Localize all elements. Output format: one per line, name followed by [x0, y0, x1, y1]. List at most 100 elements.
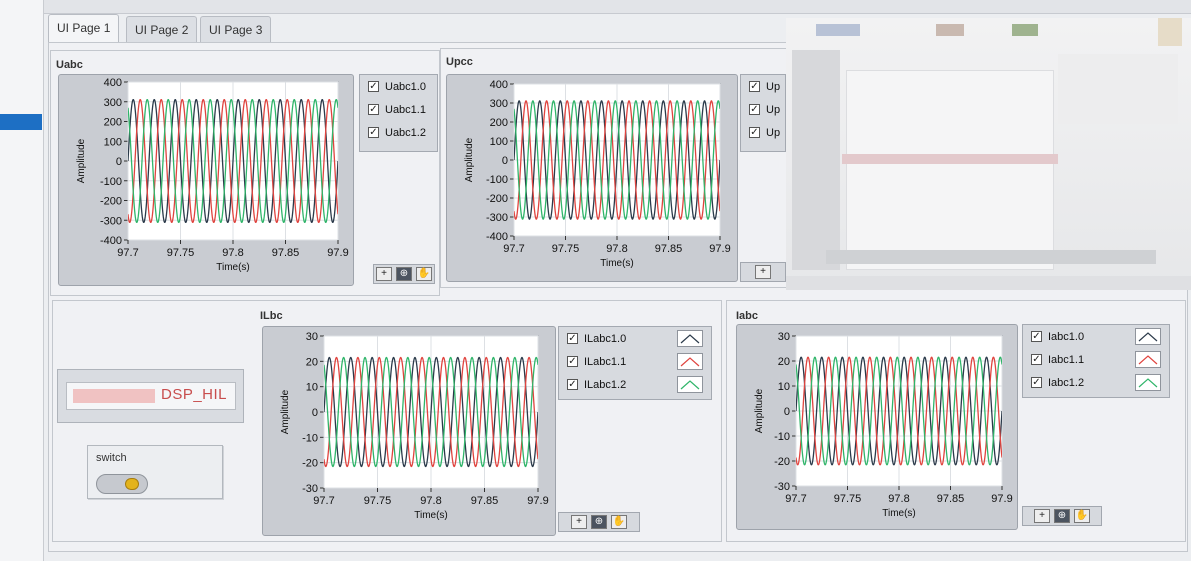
legend-label: Up	[766, 126, 781, 139]
upcc-graph-palette: +	[740, 262, 786, 282]
uabc-graph[interactable]: 400 300 200 100 0 -100 -200 -300 -40097.7 97.75 97…	[58, 74, 354, 286]
legend-label: ILabc1.0	[584, 332, 627, 345]
legend-row[interactable]: ✓ Uabc1.0	[360, 75, 437, 98]
y-tick-label: -30	[774, 481, 790, 493]
legend-label: Uabc1.0	[385, 80, 426, 93]
checkbox-icon[interactable]: ✓	[749, 104, 760, 115]
switch-knob[interactable]	[125, 478, 139, 490]
checkbox-icon[interactable]: ✓	[749, 127, 760, 138]
blurred-overlay-window	[786, 18, 1191, 290]
y-tick-label: 30	[306, 331, 318, 343]
tab-ui-page-1[interactable]: UI Page 1	[48, 14, 120, 42]
y-tick-label: 100	[490, 136, 508, 148]
checkbox-icon[interactable]: ✓	[567, 333, 578, 344]
legend-row[interactable]: ✓ Iabc1.2	[1023, 371, 1169, 394]
dsp-hil-indicator: DSP_HIL	[57, 369, 244, 423]
switch-label: switch	[96, 452, 127, 464]
x-tick-label: 97.8	[888, 493, 909, 505]
zoom-icon[interactable]: ⊕	[591, 515, 607, 529]
checkbox-icon[interactable]: ✓	[749, 81, 760, 92]
switch-toggle[interactable]	[96, 474, 148, 494]
y-tick-label: 400	[104, 77, 122, 89]
y-tick-label: 30	[778, 331, 790, 343]
checkbox-icon[interactable]: ✓	[1031, 331, 1042, 342]
checkbox-icon[interactable]: ✓	[1031, 354, 1042, 365]
checkbox-icon[interactable]: ✓	[368, 127, 379, 138]
y-tick-label: -400	[486, 231, 508, 243]
dsp-hil-display: DSP_HIL	[66, 382, 236, 410]
upcc-graph[interactable]: 400 300 200 100 0 -100 -200 -300 -40097.7 97.75 97…	[446, 74, 738, 282]
legend-row[interactable]: ✓ ILabc1.0	[559, 327, 711, 350]
x-tick-label: 97.75	[167, 247, 195, 259]
legend-label: ILabc1.2	[584, 378, 627, 391]
ilbc-graph-palette: + ⊕ ✋	[558, 512, 640, 532]
y-tick-label: -20	[774, 456, 790, 468]
x-tick-label: 97.7	[117, 247, 138, 259]
uabc-legend: ✓ Uabc1.0 ✓ Uabc1.1 ✓ Uabc1.2	[359, 74, 438, 152]
legend-row[interactable]: ✓ Up	[741, 121, 785, 144]
hand-pan-icon[interactable]: ✋	[611, 515, 627, 529]
x-tick-label: 97.85	[655, 243, 683, 255]
selection-marker	[0, 114, 42, 130]
status-bar	[73, 389, 155, 403]
iabc-graph-palette: + ⊕ ✋	[1022, 506, 1102, 526]
plot-style-swatch-icon[interactable]	[1135, 351, 1161, 368]
zoom-icon[interactable]: ⊕	[1054, 509, 1070, 523]
y-tick-label: 200	[490, 117, 508, 129]
legend-row[interactable]: ✓ Up	[741, 98, 785, 121]
zoom-icon[interactable]: ⊕	[396, 267, 412, 281]
x-tick-label: 97.9	[327, 247, 348, 259]
checkbox-icon[interactable]: ✓	[368, 81, 379, 92]
y-tick-label: -300	[486, 212, 508, 224]
ilbc-graph[interactable]: 30 20 10 0 -10 -20 -3097.7 97.75 97.8 97.85 97.9 Ti…	[262, 326, 556, 536]
crosshair-icon[interactable]: +	[755, 265, 771, 279]
y-axis-label: Amplitude	[754, 388, 765, 433]
x-axis-label: Time(s)	[882, 508, 916, 519]
x-tick-label: 97.9	[709, 243, 730, 255]
crosshair-icon[interactable]: +	[1034, 509, 1050, 523]
y-tick-label: -20	[302, 458, 318, 470]
x-tick-label: 97.75	[364, 495, 392, 507]
upcc-title: Upcc	[446, 56, 473, 68]
y-tick-label: -10	[774, 431, 790, 443]
checkbox-icon[interactable]: ✓	[567, 379, 578, 390]
checkbox-icon[interactable]: ✓	[1031, 377, 1042, 388]
top-toolbar-strip	[44, 0, 1191, 14]
tab-ui-page-3[interactable]: UI Page 3	[200, 16, 272, 42]
y-tick-label: -300	[100, 215, 122, 227]
left-side-strip	[0, 0, 44, 561]
legend-row[interactable]: ✓ Iabc1.0	[1023, 325, 1169, 348]
plot-style-swatch-icon[interactable]	[1135, 374, 1161, 391]
iabc-graph[interactable]: 30 20 10 0 -10 -20 -3097.7 97.75 97.8 97.85 97.9 Ti…	[736, 324, 1018, 530]
y-tick-label: -200	[100, 196, 122, 208]
hand-pan-icon[interactable]: ✋	[1074, 509, 1090, 523]
checkbox-icon[interactable]: ✓	[368, 104, 379, 115]
hand-pan-icon[interactable]: ✋	[416, 267, 432, 281]
y-tick-label: 0	[784, 406, 790, 418]
x-tick-label: 97.8	[222, 247, 243, 259]
y-tick-label: 20	[306, 356, 318, 368]
x-tick-label: 97.9	[991, 493, 1012, 505]
x-tick-label: 97.8	[420, 495, 441, 507]
dsp-hil-label: DSP_HIL	[161, 386, 228, 403]
legend-row[interactable]: ✓ Uabc1.2	[360, 121, 437, 144]
checkbox-icon[interactable]: ✓	[567, 356, 578, 367]
plot-style-swatch-icon[interactable]	[677, 353, 703, 370]
legend-row[interactable]: ✓ Uabc1.1	[360, 98, 437, 121]
tab-ui-page-2[interactable]: UI Page 2	[126, 16, 198, 42]
crosshair-icon[interactable]: +	[376, 267, 392, 281]
plot-style-swatch-icon[interactable]	[677, 376, 703, 393]
y-axis-label: Amplitude	[464, 137, 475, 182]
legend-row[interactable]: ✓ Iabc1.1	[1023, 348, 1169, 371]
legend-label: Iabc1.2	[1048, 376, 1085, 389]
legend-row[interactable]: ✓ Up	[741, 75, 785, 98]
y-tick-label: 400	[490, 79, 508, 91]
legend-row[interactable]: ✓ ILabc1.1	[559, 350, 711, 373]
plot-style-swatch-icon[interactable]	[677, 330, 703, 347]
crosshair-icon[interactable]: +	[571, 515, 587, 529]
ilbc-title: ILbc	[260, 310, 283, 322]
legend-row[interactable]: ✓ ILabc1.2	[559, 373, 711, 396]
x-tick-label: 97.85	[471, 495, 499, 507]
y-tick-label: 300	[104, 97, 122, 109]
plot-style-swatch-icon[interactable]	[1135, 328, 1161, 345]
